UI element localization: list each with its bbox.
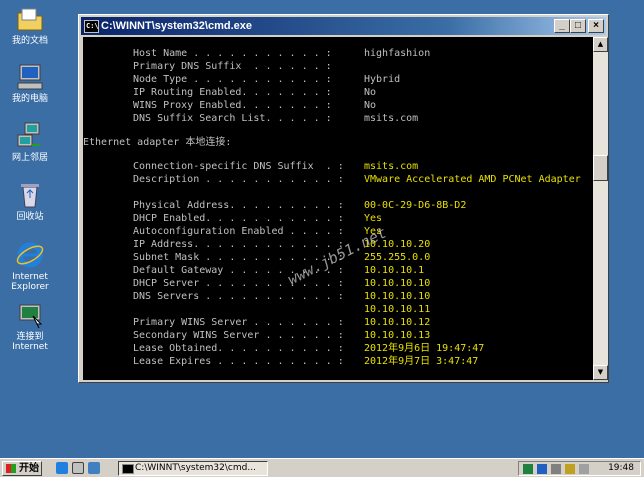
minimize-button[interactable]: _: [554, 19, 570, 33]
volume-tray-icon[interactable]: [565, 464, 575, 474]
console-line-value: 2012年9月6日 19:47:47: [364, 343, 485, 354]
console-line-label: Autoconfiguration Enabled . . . . :: [133, 226, 344, 237]
desktop-icon-label: 回收站: [16, 212, 44, 222]
console-line-label: DNS Suffix Search List. . . . . :: [133, 113, 332, 124]
console-line-label: Secondary WINS Server . . . . . . :: [133, 330, 344, 341]
cmd-app-icon[interactable]: C:\: [84, 20, 99, 33]
tray-icon[interactable]: [579, 464, 589, 474]
network-icon: [15, 121, 45, 151]
console-line-value: 10.10.10.10: [364, 291, 431, 302]
desktop-icon-label: 连接到 Internet: [12, 332, 48, 352]
desktop-icon-recycle-bin[interactable]: 回收站: [4, 180, 56, 222]
internet-explorer-icon: [15, 240, 45, 270]
scroll-down-button[interactable]: ▼: [593, 365, 608, 380]
adapter-heading: Ethernet adapter 本地连接:: [83, 137, 232, 148]
input-method-icon[interactable]: [537, 464, 547, 474]
console-line-label: Host Name . . . . . . . . . . . :: [133, 48, 332, 59]
close-button[interactable]: ×: [588, 19, 604, 33]
desktop-icon-my-documents[interactable]: 我的文档: [4, 4, 56, 46]
scroll-up-button[interactable]: ▲: [593, 37, 608, 52]
console-line-label: Lease Obtained. . . . . . . . . . :: [133, 343, 344, 354]
maximize-button[interactable]: □: [570, 19, 586, 33]
start-button[interactable]: 开始: [2, 461, 42, 476]
monitor-tray-icon[interactable]: [551, 464, 561, 474]
console-line-label: IP Address. . . . . . . . . . . . :: [133, 239, 344, 250]
console-line-label: DNS Servers . . . . . . . . . . . :: [133, 291, 344, 302]
console-line-value: VMware Accelerated AMD PCNet Adapter: [364, 174, 581, 185]
ie-quicklaunch-icon[interactable]: [56, 462, 68, 474]
vertical-scrollbar[interactable]: ▲ ▼: [593, 37, 608, 380]
windows-logo-icon: [6, 464, 16, 473]
console-line-label: Description . . . . . . . . . . . :: [133, 174, 344, 185]
console-line-value: highfashion: [364, 48, 431, 59]
computer-icon: [15, 62, 45, 92]
console-line-value: msits.com: [364, 113, 419, 124]
console-output[interactable]: Host Name . . . . . . . . . . . : highfas…: [83, 37, 593, 380]
console-line-label: DHCP Enabled. . . . . . . . . . . :: [133, 213, 344, 224]
desktop-icon-my-computer[interactable]: 我的电脑: [4, 62, 56, 104]
console-line-value: 2012年9月7日 3:47:47: [364, 356, 479, 367]
title-bar[interactable]: C:\ C:\WINNT\system32\cmd.exe _ □ ×: [81, 17, 606, 35]
console-line-label: WINS Proxy Enabled. . . . . . . :: [133, 100, 332, 111]
folder-icon: [15, 4, 45, 34]
console-line-value: No: [364, 100, 377, 111]
taskbar-button-label: C:\WINNT\system32\cmd...: [135, 463, 256, 473]
console-line-value: 10.10.10.1: [364, 265, 425, 276]
desktop-quicklaunch-icon[interactable]: [88, 462, 100, 474]
console-line-value: 00-0C-29-D6-8B-D2: [364, 200, 467, 211]
system-tray: 19:48: [518, 461, 641, 476]
cmd-window[interactable]: C:\ C:\WINNT\system32\cmd.exe _ □ × Host…: [78, 14, 609, 383]
console-line-value: No: [364, 87, 377, 98]
console-line-value: msits.com: [364, 161, 419, 172]
cmd-mini-icon: [122, 464, 134, 474]
console-line-value: 10.10.10.11: [364, 304, 431, 315]
network-tray-icon[interactable]: [523, 464, 533, 474]
scroll-thumb[interactable]: [593, 155, 608, 181]
recycle-bin-icon: [15, 180, 45, 210]
desktop-icon-label: Internet Explorer: [11, 272, 49, 292]
console-line-label: DHCP Server . . . . . . . . . . . :: [133, 278, 344, 289]
console-line-value: Hybrid: [364, 74, 401, 85]
desktop-icon-label: 我的文档: [11, 36, 48, 46]
console-line-label: Physical Address. . . . . . . . . :: [133, 200, 344, 211]
console-line-value: 10.10.10.13: [364, 330, 431, 341]
window-title: C:\WINNT\system32\cmd.exe: [101, 20, 252, 32]
start-label: 开始: [19, 463, 39, 474]
desktop-icon-internet-explorer[interactable]: Internet Explorer: [4, 240, 56, 292]
explorer-quicklaunch-icon[interactable]: [72, 462, 84, 474]
clock[interactable]: 19:48: [608, 462, 634, 475]
taskbar: 开始 C:\WINNT\system32\cmd... 19:48: [0, 458, 644, 477]
console-line-value: 10.10.10.12: [364, 317, 431, 328]
connect-internet-icon: [15, 300, 45, 330]
console-line-label: Lease Expires . . . . . . . . . . :: [133, 356, 344, 367]
taskbar-button-cmd[interactable]: C:\WINNT\system32\cmd...: [118, 461, 268, 476]
console-line-label: Node Type . . . . . . . . . . . :: [133, 74, 332, 85]
desktop-icon-network-places[interactable]: 网上邻居: [4, 121, 56, 163]
desktop-icon-label: 我的电脑: [11, 94, 48, 104]
console-line-label: Primary WINS Server . . . . . . . :: [133, 317, 344, 328]
desktop-icon-connect-internet[interactable]: 连接到 Internet: [4, 300, 56, 352]
console-line-value: 255.255.0.0: [364, 252, 431, 263]
console-line-value: 10.10.10.10: [364, 278, 431, 289]
console-line-label: Primary DNS Suffix . . . . . . :: [133, 61, 332, 72]
console-line-label: IP Routing Enabled. . . . . . . :: [133, 87, 332, 98]
desktop-icon-label: 网上邻居: [11, 153, 48, 163]
console-line-label: Connection-specific DNS Suffix . :: [133, 161, 344, 172]
